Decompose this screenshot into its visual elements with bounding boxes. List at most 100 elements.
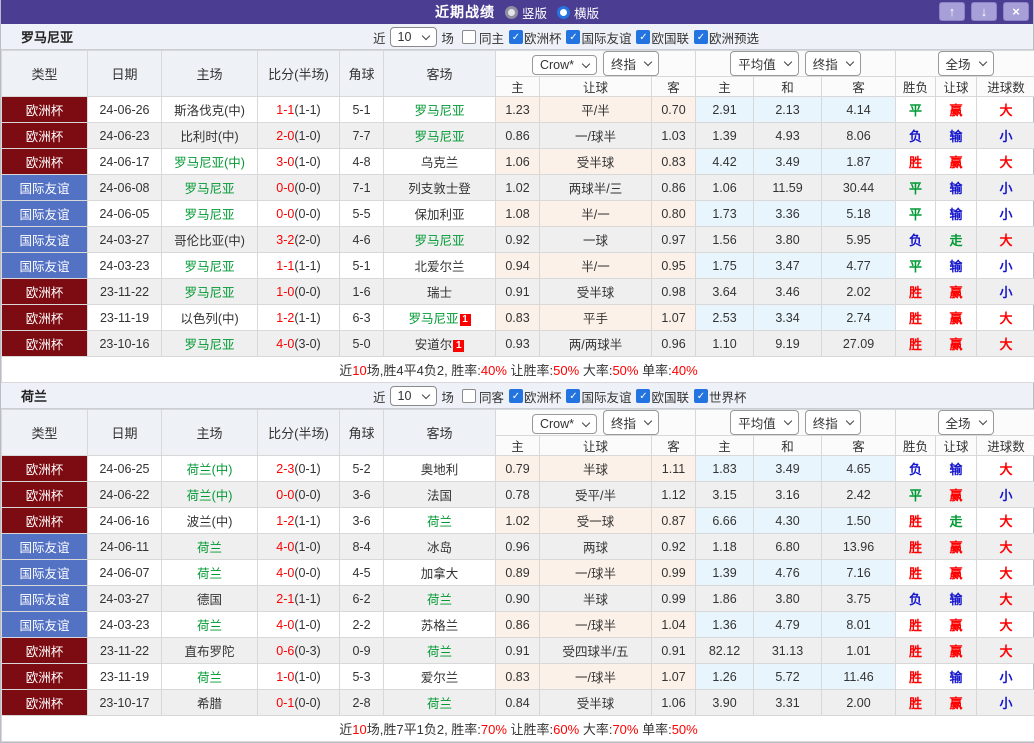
crow-home-odds: 1.02: [496, 175, 540, 201]
score-cell: 2-1(1-1): [258, 586, 340, 612]
move-down-button[interactable]: ↓: [971, 2, 997, 21]
match-row: 欧洲杯24-06-25荷兰(中)2-3(0-1)5-2奥地利0.79半球1.11…: [2, 456, 1034, 482]
half-time-score: (1-1): [294, 592, 320, 606]
avg-home-odds: 1.10: [696, 331, 754, 357]
checkbox-checked-icon: ✓: [566, 30, 580, 44]
match-type-badge: 国际友谊: [2, 227, 88, 253]
result-handicap: 赢: [936, 279, 977, 305]
result-handicap: 输: [936, 253, 977, 279]
match-row: 国际友谊24-06-08罗马尼亚0-0(0-0)7-1列支敦士登1.02两球半/…: [2, 175, 1034, 201]
crow-home-odds: 0.96: [496, 534, 540, 560]
league-filter-2[interactable]: ✓国际友谊: [566, 387, 631, 406]
crow-home-odds: 0.84: [496, 690, 540, 716]
result-goals: 小: [977, 253, 1034, 279]
away-team-name: 安道尔: [415, 338, 453, 352]
odds-stage-select[interactable]: 终指: [603, 51, 659, 76]
period-select[interactable]: 全场: [938, 51, 994, 76]
matches-table-netherlands: 类型 日期 主场 比分(半场) 角球 客场 Crow*终指 平均值终指 全场 主…: [1, 409, 1034, 742]
away-team: 荷兰: [384, 690, 496, 716]
crow-home-odds: 1.06: [496, 149, 540, 175]
corner-score: 2-2: [340, 612, 384, 638]
summary-segment: 近: [339, 722, 352, 737]
summary-row: 近10场,胜7平1负2, 胜率:70% 让胜率:60% 大率:70% 单率:50…: [2, 716, 1034, 742]
crow-handicap-col: 让球: [540, 77, 652, 97]
summary-segment: 大率:: [579, 722, 612, 737]
result-handicap: 赢: [936, 149, 977, 175]
layout-vertical-radio[interactable]: 竖版: [505, 3, 547, 22]
match-row: 国际友谊24-03-27德国2-1(1-1)6-2荷兰0.90半球0.991.8…: [2, 586, 1034, 612]
score-cell: 1-0(0-0): [258, 279, 340, 305]
league-filter-2[interactable]: ✓国际友谊: [566, 28, 631, 47]
away-team-name: 荷兰: [427, 645, 452, 659]
league-filter-3[interactable]: ✓欧国联: [636, 387, 689, 406]
match-type-badge: 国际友谊: [2, 253, 88, 279]
match-date: 24-06-07: [88, 560, 162, 586]
home-team: 荷兰: [162, 534, 258, 560]
league-filter-1[interactable]: ✓欧洲杯: [509, 387, 562, 406]
full-time-score: 4-0: [276, 540, 294, 554]
crow-handicap: 两/两球半: [540, 331, 652, 357]
corner-score: 7-7: [340, 123, 384, 149]
recent-count-select[interactable]: 10: [390, 27, 438, 47]
result-handicap: 赢: [936, 638, 977, 664]
same-venue-checkbox[interactable]: [462, 30, 476, 44]
crow-home-odds: 0.83: [496, 664, 540, 690]
average-stage-select[interactable]: 终指: [805, 51, 861, 76]
close-button[interactable]: ×: [1003, 2, 1029, 21]
col-header-type: 类型: [2, 51, 88, 97]
match-type-badge: 欧洲杯: [2, 279, 88, 305]
match-date: 23-11-19: [88, 305, 162, 331]
horizontal-radio-label: 横版: [574, 3, 599, 22]
corner-score: 8-4: [340, 534, 384, 560]
match-type-badge: 国际友谊: [2, 175, 88, 201]
result-goals: 大: [977, 149, 1034, 175]
crow-home-odds: 0.93: [496, 331, 540, 357]
crow-handicap: 受半球: [540, 690, 652, 716]
league-label: 欧国联: [651, 387, 689, 406]
away-team-name: 荷兰: [427, 697, 452, 711]
move-up-button[interactable]: ↑: [939, 2, 965, 21]
same-venue-checkbox[interactable]: [462, 389, 476, 403]
league-filter-3[interactable]: ✓欧国联: [636, 28, 689, 47]
corner-score: 3-6: [340, 508, 384, 534]
league-filter-1[interactable]: ✓欧洲杯: [509, 28, 562, 47]
score-cell: 0-0(0-0): [258, 175, 340, 201]
chevron-down-icon: [582, 59, 590, 67]
avg-home-odds: 3.64: [696, 279, 754, 305]
score-cell: 0-0(0-0): [258, 201, 340, 227]
bookmaker-select[interactable]: Crow*: [532, 55, 597, 75]
avg-draw-odds: 31.13: [754, 638, 822, 664]
match-row: 国际友谊24-06-05罗马尼亚0-0(0-0)5-5保加利亚1.08半/一0.…: [2, 201, 1034, 227]
match-date: 24-06-05: [88, 201, 162, 227]
match-row: 国际友谊24-03-23荷兰4-0(1-0)2-2苏格兰0.86一/球半1.04…: [2, 612, 1034, 638]
layout-horizontal-radio[interactable]: 横版: [557, 3, 599, 22]
away-team: 罗马尼亚: [384, 227, 496, 253]
average-select[interactable]: 平均值: [730, 51, 799, 76]
recent-count-select[interactable]: 10: [390, 386, 438, 406]
near-label: 近: [373, 28, 386, 47]
away-team: 瑞士: [384, 279, 496, 305]
chevron-down-icon: [784, 58, 792, 66]
result-handicap: 赢: [936, 305, 977, 331]
period-select[interactable]: 全场: [938, 410, 994, 435]
league-filter-4[interactable]: ✓世界杯: [694, 387, 747, 406]
average-stage-select[interactable]: 终指: [805, 410, 861, 435]
match-date: 23-11-22: [88, 279, 162, 305]
half-time-score: (3-0): [294, 337, 320, 351]
away-team: 列支敦士登: [384, 175, 496, 201]
average-select[interactable]: 平均值: [730, 410, 799, 435]
result-goals: 大: [977, 305, 1034, 331]
odds-stage-select[interactable]: 终指: [603, 410, 659, 435]
league-filter-4[interactable]: ✓欧洲预选: [694, 28, 759, 47]
bookmaker-select[interactable]: Crow*: [532, 414, 597, 434]
avg-draw-odds: 3.34: [754, 305, 822, 331]
away-team: 乌克兰: [384, 149, 496, 175]
result-handicap: 赢: [936, 331, 977, 357]
crow-home-odds: 1.23: [496, 97, 540, 123]
corner-score: 5-2: [340, 456, 384, 482]
average-stage-value: 终指: [813, 54, 838, 73]
crow-handicap: 一/球半: [540, 664, 652, 690]
result-goals: 小: [977, 175, 1034, 201]
match-date: 24-06-17: [88, 149, 162, 175]
half-time-score: (0-0): [294, 285, 320, 299]
